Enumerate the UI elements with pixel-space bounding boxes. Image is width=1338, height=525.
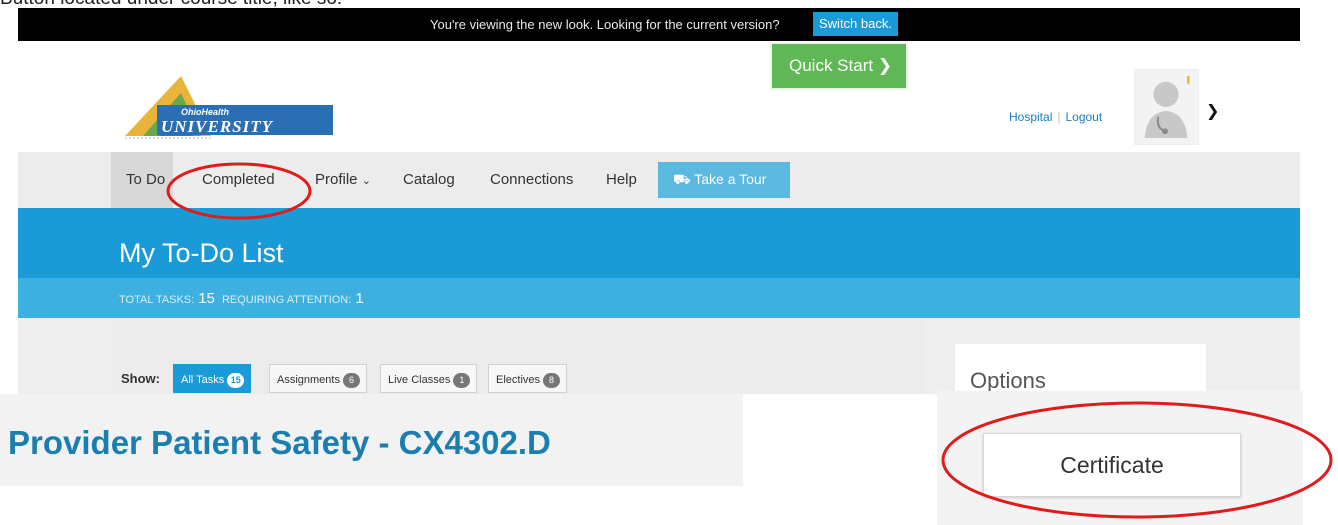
hospital-link[interactable]: Hospital (1009, 110, 1052, 124)
total-tasks-count: 15 (198, 290, 215, 307)
certificate-button[interactable]: Certificate (983, 433, 1241, 497)
course-title[interactable]: Provider Patient Safety - CX4302.D (8, 424, 551, 462)
page-title: My To-Do List (119, 238, 284, 268)
tab-help[interactable]: Help (606, 171, 637, 188)
filter-all-tasks[interactable]: All Tasks 15 (173, 364, 252, 393)
new-look-banner: You're viewing the new look. Looking for… (18, 8, 1300, 41)
lms-screenshot: You're viewing the new look. Looking for… (18, 8, 1300, 394)
site-header: OhioHealth UNIVERSITY Hospital | Logout ❯ (18, 41, 1300, 152)
car-icon: ⛟ (673, 171, 691, 187)
quick-start-button[interactable]: Quick Start ❯ (770, 42, 908, 90)
header-links: Hospital | Logout (1009, 110, 1102, 124)
filter-label: Assignments (277, 374, 340, 386)
stats-line: TOTAL TASKS: 15 REQUIRING ATTENTION: 1 (119, 290, 368, 307)
count-badge: 6 (342, 373, 360, 388)
filter-live-classes[interactable]: Live Classes 1 (380, 364, 478, 393)
content-area: Show: All Tasks 15 Assignments 6 Live Clas… (18, 318, 1300, 394)
tab-completed[interactable]: Completed (202, 171, 275, 188)
tab-profile[interactable]: Profile ⌄ (315, 171, 371, 188)
count-badge: 15 (227, 373, 245, 388)
certificate-crop: Certificate (937, 391, 1303, 525)
logo-brand-small: OhioHealth (181, 107, 230, 117)
switch-back-button[interactable]: Switch back. (813, 12, 898, 36)
take-a-tour-label: Take a Tour (694, 171, 767, 187)
chevron-right-icon: ❯ (877, 56, 893, 75)
logout-link[interactable]: Logout (1065, 110, 1102, 124)
filter-label: Electives (496, 374, 541, 386)
instruction-caption: Button located under course title, like … (0, 0, 1000, 8)
show-filter-label: Show: (121, 371, 160, 386)
quick-start-label: Quick Start (789, 56, 874, 75)
requiring-attention-count: 1 (355, 290, 364, 307)
tab-to-do[interactable]: To Do (126, 171, 165, 188)
user-avatar-icon[interactable] (1134, 69, 1199, 145)
chevron-down-icon[interactable]: ❯ (1206, 101, 1219, 121)
course-title-crop: Provider Patient Safety - CX4302.D (0, 394, 743, 486)
logo-brand-large: UNIVERSITY (161, 117, 274, 136)
options-panel: Options (955, 344, 1206, 394)
requiring-attention-label: REQUIRING ATTENTION: (221, 294, 352, 306)
link-separator: | (1057, 110, 1061, 124)
filter-label: All Tasks (181, 374, 225, 386)
filter-assignments[interactable]: Assignments 6 (269, 364, 367, 393)
tab-profile-label: Profile (315, 171, 358, 188)
tab-connections[interactable]: Connections (490, 171, 573, 188)
ohiohealth-university-logo[interactable]: OhioHealth UNIVERSITY (121, 71, 335, 141)
task-stats: TOTAL TASKS: 15 REQUIRING ATTENTION: 1 (18, 278, 1300, 318)
count-badge: 1 (453, 373, 471, 388)
filter-label: Live Classes (388, 374, 451, 386)
filter-electives[interactable]: Electives 8 (488, 364, 568, 393)
chevron-down-icon: ⌄ (361, 175, 371, 187)
todo-hero: My To-Do List (18, 208, 1300, 278)
count-badge: 8 (543, 373, 561, 388)
total-tasks-label: TOTAL TASKS: (119, 294, 195, 306)
main-nav: To Do Completed Profile ⌄ Catalog Connec… (18, 152, 1300, 208)
take-a-tour-button[interactable]: ⛟ Take a Tour (658, 162, 790, 198)
tab-catalog[interactable]: Catalog (403, 171, 455, 188)
banner-text: You're viewing the new look. Looking for… (430, 17, 780, 32)
